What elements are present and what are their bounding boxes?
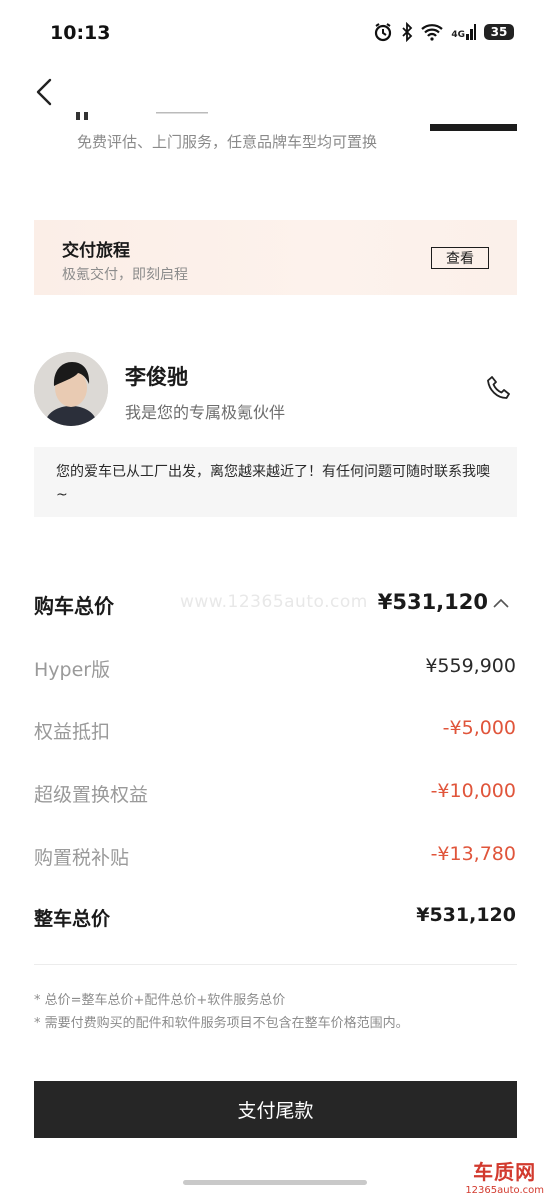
vehicle-total-value: ¥531,120 [416, 904, 516, 926]
battery-level: 35 [490, 25, 508, 39]
benefit-deduction-label: 权益抵扣 [34, 721, 111, 743]
benefit-deduction-value: -¥5,000 [442, 717, 516, 739]
alarm-icon [375, 23, 392, 42]
consultant-message: 您的爱车已从工厂出发，离您越来越近了！有任何问题可随时联系我噢~ [34, 447, 517, 517]
avatar-image [34, 352, 108, 426]
site-logo-url: 12365auto.com [465, 1185, 544, 1196]
trade-in-note: 免费评估、上门服务，任意品牌车型均可置换 [77, 133, 378, 151]
vehicle-total-label: 整车总价 [34, 908, 111, 930]
trade-in-benefit-label: 超级置换权益 [34, 784, 149, 806]
tax-subsidy-label: 购置税补贴 [34, 847, 130, 869]
clipped-header-text [76, 112, 208, 120]
bluetooth-icon [402, 22, 413, 42]
status-time: 10:13 [50, 22, 111, 44]
wifi-icon [421, 24, 444, 41]
back-icon[interactable] [30, 72, 60, 112]
divider [34, 964, 517, 965]
phone-icon[interactable] [485, 374, 513, 402]
home-indicator[interactable] [183, 1180, 367, 1185]
battery-icon: 35 [484, 24, 514, 40]
watermark-text: www.12365auto.com [180, 592, 368, 612]
trim-label: Hyper版 [34, 659, 111, 681]
purchase-total-label: 购车总价 [34, 594, 114, 618]
pay-balance-button[interactable]: 支付尾款 [34, 1081, 517, 1138]
site-logo: 车质网 12365auto.com [465, 1156, 544, 1196]
clipped-button [430, 124, 517, 131]
purchase-total-value[interactable]: ¥531,120 [378, 590, 488, 614]
trade-in-benefit-value: -¥10,000 [430, 780, 516, 802]
price-note-1: * 总价=整车总价+配件总价+软件服务总价 [34, 993, 286, 1008]
view-button[interactable]: 查看 [431, 247, 489, 269]
trim-price: ¥559,900 [425, 655, 516, 677]
price-note-2: * 需要付费购买的配件和软件服务项目不包含在整车价格范围内。 [34, 1016, 409, 1031]
consultant-name: 李俊驰 [125, 365, 188, 389]
signal-icon: 4G [451, 24, 476, 40]
consultant-tagline: 我是您的专属极氪伙伴 [125, 403, 286, 422]
tax-subsidy-value: -¥13,780 [430, 843, 516, 865]
delivery-journey-card[interactable]: 交付旅程 极氪交付，即刻启程 查看 [34, 220, 517, 295]
network-type: 4G [451, 30, 465, 40]
status-icons: 4G 35 [373, 22, 514, 42]
chevron-up-icon[interactable] [492, 595, 510, 611]
avatar [34, 352, 108, 426]
delivery-title: 交付旅程 [62, 241, 130, 261]
site-logo-title: 车质网 [473, 1160, 537, 1184]
delivery-subtitle: 极氪交付，即刻启程 [62, 267, 188, 283]
